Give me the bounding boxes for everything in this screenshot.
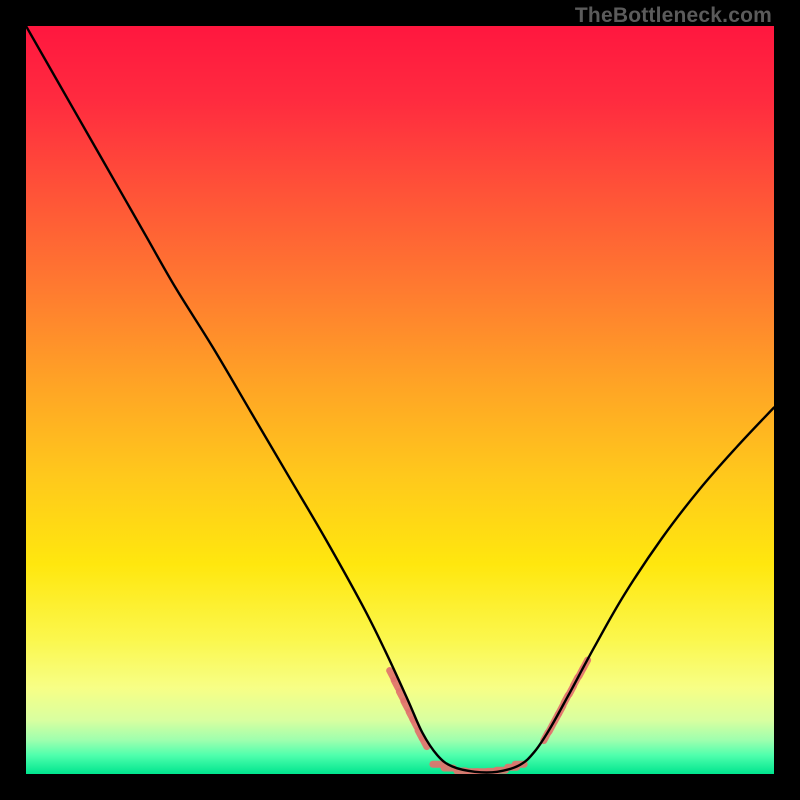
fuzz-tick <box>394 680 398 688</box>
watermark-text: TheBottleneck.com <box>575 4 772 28</box>
curve-layer <box>26 26 774 774</box>
chart-stage: TheBottleneck.com <box>0 0 800 800</box>
fuzz-tick <box>404 701 408 709</box>
bottleneck-curve <box>26 26 774 773</box>
plot-area <box>26 26 774 774</box>
